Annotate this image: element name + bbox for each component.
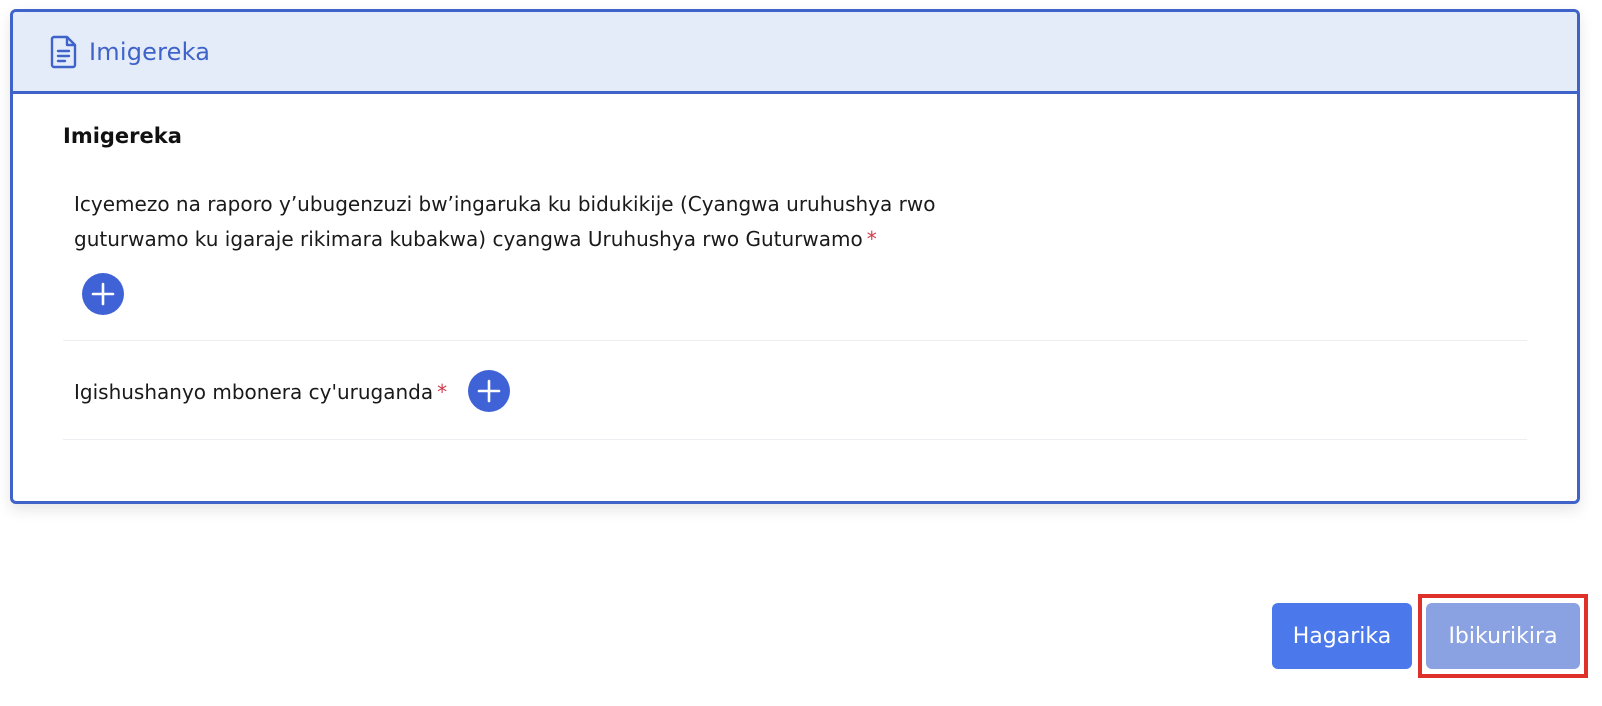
required-asterisk: * — [437, 380, 448, 404]
requirement-label-text: Igishushanyo mbonera cy'uruganda — [74, 380, 434, 404]
attachments-card: Imigereka Imigereka Icyemezo na raporo y… — [10, 9, 1580, 504]
requirement-label-text: Icyemezo na raporo y’ubugenzuzi bw’ingar… — [74, 192, 936, 251]
card-body: Imigereka Icyemezo na raporo y’ubugenzuz… — [13, 124, 1577, 440]
requirement-label: Igishushanyo mbonera cy'uruganda * — [74, 375, 447, 410]
add-attachment-button[interactable] — [82, 273, 124, 315]
required-asterisk: * — [866, 227, 877, 251]
card-header: Imigereka — [13, 12, 1577, 94]
plus-icon — [477, 379, 501, 403]
requirement-label: Icyemezo na raporo y’ubugenzuzi bw’ingar… — [74, 187, 974, 257]
section-title: Imigereka — [63, 124, 182, 148]
document-icon — [49, 35, 79, 69]
card-header-title: Imigereka — [89, 37, 211, 66]
plus-icon — [91, 282, 115, 306]
page: Imigereka Imigereka Icyemezo na raporo y… — [0, 0, 1602, 706]
cancel-button[interactable]: Hagarika — [1272, 603, 1412, 669]
add-attachment-button[interactable] — [468, 370, 510, 412]
requirement-item-environmental-certificate: Icyemezo na raporo y’ubugenzuzi bw’ingar… — [63, 192, 1527, 341]
highlight-box — [1418, 594, 1588, 678]
requirement-item-factory-plan: Igishushanyo mbonera cy'uruganda * — [63, 341, 1527, 440]
